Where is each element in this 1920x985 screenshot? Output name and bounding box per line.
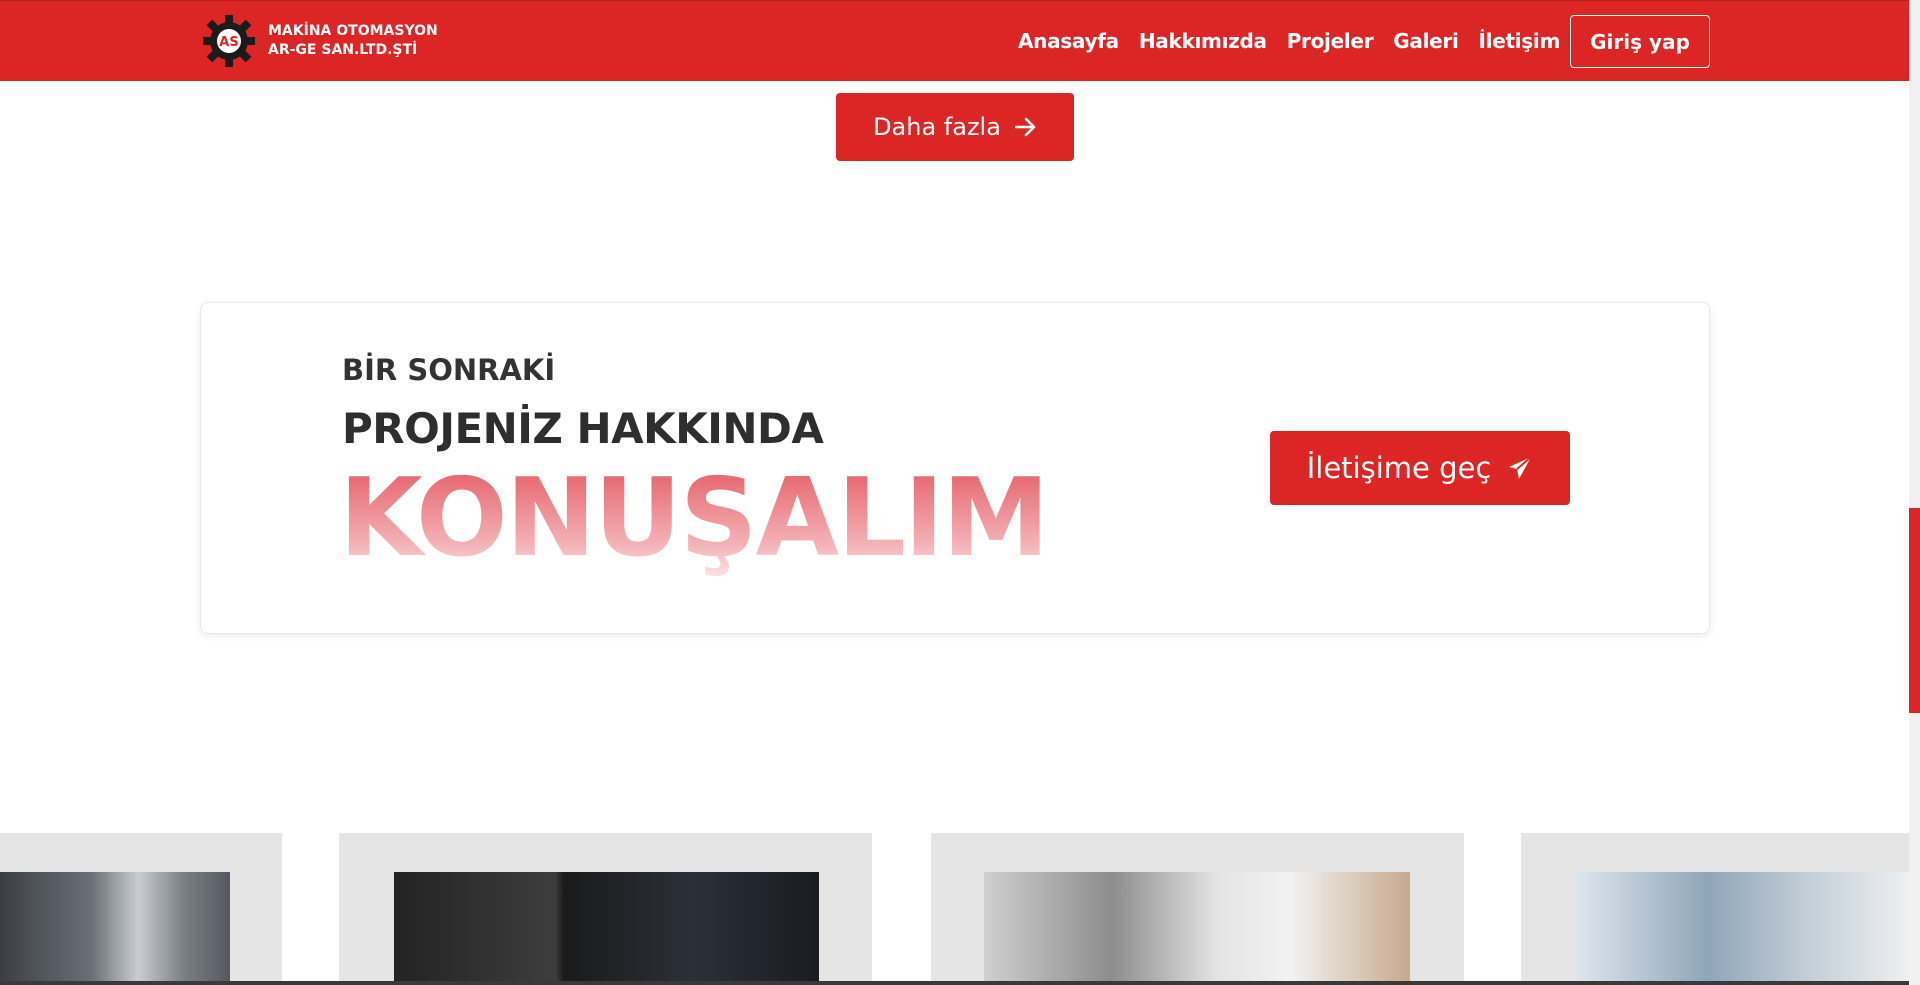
login-button[interactable]: Giriş yap [1570, 15, 1710, 68]
site-header: AS MAKİNA OTOMASYON AR-GE SAN.LTD.ŞTİ An… [0, 0, 1909, 81]
logo-line-1: MAKİNA OTOMASYON [268, 23, 438, 39]
more-button[interactable]: Daha fazla [836, 93, 1074, 161]
logo-line-2: AR-GE SAN.LTD.ŞTİ [268, 42, 418, 58]
gallery-image [0, 872, 230, 985]
gallery-image [394, 872, 819, 985]
gear-logo-icon: AS [203, 15, 255, 67]
gallery-card[interactable] [931, 833, 1464, 985]
nav-item-anasayfa[interactable]: Anasayfa [1018, 27, 1119, 55]
gallery-image [1574, 872, 1909, 985]
cta-headline: KONUŞALIM [339, 456, 1050, 581]
gallery-card[interactable] [0, 833, 282, 985]
arrow-right-icon [1014, 117, 1036, 137]
logo-text: MAKİNA OTOMASYON AR-GE SAN.LTD.ŞTİ [268, 22, 438, 60]
page-scrollbar[interactable] [1909, 0, 1920, 985]
gallery-card[interactable] [339, 833, 872, 985]
cta-heading: PROJENİZ HAKKINDA [342, 404, 824, 453]
nav-item-hakkimizda[interactable]: Hakkımızda [1139, 27, 1267, 55]
gallery-image [984, 872, 1410, 985]
gallery-card[interactable] [1521, 833, 1909, 985]
nav-item-galeri[interactable]: Galeri [1393, 27, 1459, 55]
more-button-label: Daha fazla [873, 113, 1001, 141]
page-bottom-edge [0, 981, 1909, 985]
scrollbar-thumb[interactable] [1909, 508, 1920, 713]
nav-item-iletisim[interactable]: İletişim [1479, 27, 1561, 55]
contact-button-label: İletişime geç [1306, 451, 1492, 485]
cta-card: BİR SONRAKİ PROJENİZ HAKKINDA KONUŞALIM … [200, 302, 1710, 634]
paper-plane-icon [1509, 456, 1532, 479]
cta-kicker: BİR SONRAKİ [342, 353, 556, 387]
site-logo[interactable]: AS MAKİNA OTOMASYON AR-GE SAN.LTD.ŞTİ [202, 13, 438, 69]
logo-badge: AS [219, 35, 238, 50]
contact-button[interactable]: İletişime geç [1270, 431, 1570, 505]
nav-item-projeler[interactable]: Projeler [1287, 27, 1374, 55]
main-nav: Anasayfa Hakkımızda Projeler Galeri İlet… [1018, 27, 1580, 55]
